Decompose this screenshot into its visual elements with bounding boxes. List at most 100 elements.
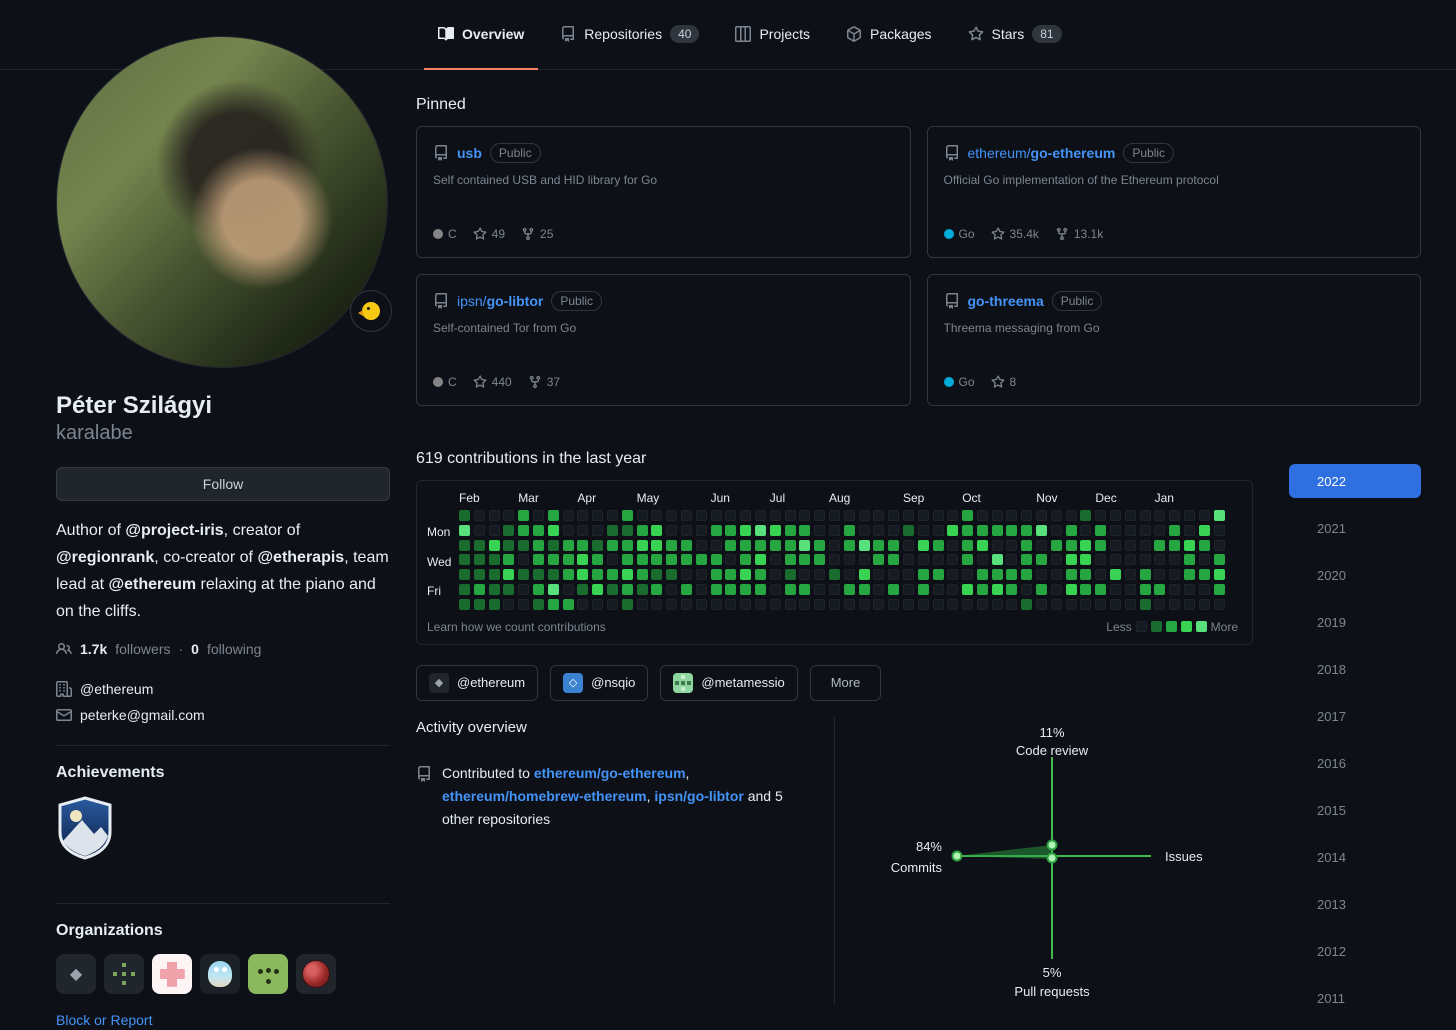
learn-contributions-link[interactable]: Learn how we count contributions bbox=[427, 620, 606, 634]
contribution-cell[interactable] bbox=[473, 539, 485, 551]
contribution-cell[interactable] bbox=[547, 569, 559, 581]
contribution-cell[interactable] bbox=[725, 554, 737, 566]
contribution-cell[interactable] bbox=[976, 510, 988, 521]
contribution-cell[interactable] bbox=[636, 554, 648, 566]
contribution-cell[interactable] bbox=[784, 524, 796, 536]
tab-projects[interactable]: Projects bbox=[721, 0, 824, 70]
contribution-cell[interactable] bbox=[577, 569, 589, 581]
contribution-cell[interactable] bbox=[577, 510, 589, 521]
contribution-cell[interactable] bbox=[1139, 583, 1151, 595]
contribution-cell[interactable] bbox=[725, 583, 737, 595]
contribution-cell[interactable] bbox=[725, 510, 737, 521]
contribution-cell[interactable] bbox=[592, 569, 604, 581]
repo-fork-stat[interactable]: 37 bbox=[528, 375, 560, 389]
contribution-cell[interactable] bbox=[843, 539, 855, 551]
contribution-cell[interactable] bbox=[814, 510, 826, 521]
bio-mention-link[interactable]: @etherapis bbox=[257, 549, 344, 566]
contribution-cell[interactable] bbox=[873, 510, 885, 521]
contribution-cell[interactable] bbox=[1198, 583, 1210, 595]
contribution-cell[interactable] bbox=[769, 510, 781, 521]
contribution-cell[interactable] bbox=[1139, 554, 1151, 566]
contribution-cell[interactable] bbox=[1213, 554, 1225, 566]
contribution-cell[interactable] bbox=[1050, 598, 1062, 610]
contribution-cell[interactable] bbox=[651, 598, 663, 610]
contribution-cell[interactable] bbox=[473, 569, 485, 581]
contribution-cell[interactable] bbox=[1184, 510, 1196, 521]
contribution-cell[interactable] bbox=[1198, 539, 1210, 551]
contribution-cell[interactable] bbox=[725, 524, 737, 536]
contribution-cell[interactable] bbox=[754, 539, 766, 551]
contribution-cell[interactable] bbox=[740, 554, 752, 566]
contribution-cell[interactable] bbox=[459, 524, 470, 536]
contribution-cell[interactable] bbox=[888, 583, 900, 595]
contribution-cell[interactable] bbox=[1080, 524, 1092, 536]
contribution-cell[interactable] bbox=[1154, 510, 1166, 521]
tab-stars[interactable]: Stars 81 bbox=[954, 0, 1076, 70]
contribution-cell[interactable] bbox=[636, 583, 648, 595]
contribution-cell[interactable] bbox=[1110, 510, 1122, 521]
contribution-cell[interactable] bbox=[799, 569, 811, 581]
contribution-cell[interactable] bbox=[1050, 583, 1062, 595]
org-avatar-green-face[interactable] bbox=[248, 954, 288, 994]
contribution-cell[interactable] bbox=[518, 598, 530, 610]
contribution-cell[interactable] bbox=[740, 524, 752, 536]
contribution-cell[interactable] bbox=[799, 583, 811, 595]
contribution-cell[interactable] bbox=[962, 598, 974, 610]
contribution-cell[interactable] bbox=[1021, 554, 1033, 566]
contribution-cell[interactable] bbox=[902, 524, 914, 536]
contribution-cell[interactable] bbox=[532, 539, 544, 551]
repo-link[interactable]: usb bbox=[457, 145, 482, 161]
contribution-cell[interactable] bbox=[503, 598, 515, 610]
contribution-cell[interactable] bbox=[1095, 510, 1107, 521]
contribution-cell[interactable] bbox=[488, 539, 500, 551]
contribution-cell[interactable] bbox=[1124, 598, 1136, 610]
contribution-cell[interactable] bbox=[1169, 583, 1181, 595]
contribution-cell[interactable] bbox=[769, 524, 781, 536]
contribution-cell[interactable] bbox=[636, 539, 648, 551]
contribution-cell[interactable] bbox=[799, 598, 811, 610]
contribution-cell[interactable] bbox=[459, 583, 470, 595]
contribution-cell[interactable] bbox=[828, 524, 840, 536]
contribution-cell[interactable] bbox=[577, 539, 589, 551]
contribution-cell[interactable] bbox=[858, 554, 870, 566]
contribution-cell[interactable] bbox=[651, 539, 663, 551]
contribution-cell[interactable] bbox=[888, 598, 900, 610]
contribution-cell[interactable] bbox=[1050, 569, 1062, 581]
contribution-cell[interactable] bbox=[680, 583, 692, 595]
contribution-cell[interactable] bbox=[1154, 524, 1166, 536]
contribution-cell[interactable] bbox=[592, 554, 604, 566]
contribution-cell[interactable] bbox=[636, 598, 648, 610]
contribution-cell[interactable] bbox=[695, 569, 707, 581]
contribution-cell[interactable] bbox=[532, 554, 544, 566]
contribution-cell[interactable] bbox=[621, 569, 633, 581]
contribution-cell[interactable] bbox=[843, 583, 855, 595]
contribution-cell[interactable] bbox=[710, 569, 722, 581]
contribution-cell[interactable] bbox=[754, 524, 766, 536]
contribution-cell[interactable] bbox=[814, 598, 826, 610]
contribution-cell[interactable] bbox=[1036, 524, 1048, 536]
contribution-cell[interactable] bbox=[754, 510, 766, 521]
contribution-cell[interactable] bbox=[532, 569, 544, 581]
contribution-cell[interactable] bbox=[488, 554, 500, 566]
following-count[interactable]: 0 bbox=[191, 641, 199, 657]
contribution-cell[interactable] bbox=[459, 510, 470, 521]
contribution-cell[interactable] bbox=[843, 510, 855, 521]
contribution-cell[interactable] bbox=[1021, 524, 1033, 536]
contribution-cell[interactable] bbox=[562, 598, 574, 610]
contribution-cell[interactable] bbox=[843, 569, 855, 581]
contribution-cell[interactable] bbox=[1065, 539, 1077, 551]
contribution-cell[interactable] bbox=[828, 598, 840, 610]
contribution-cell[interactable] bbox=[636, 569, 648, 581]
contribution-cell[interactable] bbox=[592, 524, 604, 536]
repo-star-stat[interactable]: 440 bbox=[473, 375, 512, 389]
org-avatar-blue-gopher[interactable] bbox=[200, 954, 240, 994]
contribution-cell[interactable] bbox=[991, 554, 1003, 566]
org-filter-metamessio[interactable]: @metamessio bbox=[660, 664, 798, 701]
org-avatar-ethereum-diamond[interactable] bbox=[56, 954, 96, 994]
contribution-cell[interactable] bbox=[1065, 510, 1077, 521]
contribution-cell[interactable] bbox=[1110, 583, 1122, 595]
contribution-cell[interactable] bbox=[902, 510, 914, 521]
contribution-cell[interactable] bbox=[962, 524, 974, 536]
contribution-cell[interactable] bbox=[888, 510, 900, 521]
contribution-cell[interactable] bbox=[695, 539, 707, 551]
